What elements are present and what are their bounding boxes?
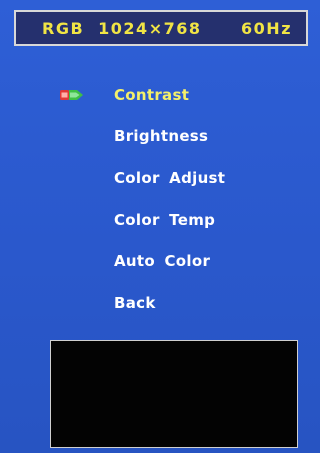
menu-item-label: Color Temp: [114, 210, 216, 229]
resolution: 1024×768: [98, 18, 202, 38]
menu-item-brightness[interactable]: Brightness: [0, 116, 320, 158]
signal-status-bar: RGB 1024×768 60Hz: [14, 10, 308, 46]
signal-info: RGB 1024×768: [42, 19, 202, 38]
signal-type: RGB: [42, 18, 85, 38]
menu-item-label: Color Adjust: [114, 168, 226, 187]
menu-item-color-adjust[interactable]: Color Adjust: [0, 157, 320, 199]
selection-pointer-icon: [60, 89, 83, 100]
menu-item-contrast[interactable]: Contrast: [0, 74, 320, 116]
menu-item-label: Auto Color: [114, 252, 211, 271]
preview-panel: [50, 340, 298, 448]
menu-item-color-temp[interactable]: Color Temp: [0, 199, 320, 241]
menu-item-auto-color[interactable]: Auto Color: [0, 240, 320, 282]
menu-item-label: Contrast: [114, 85, 190, 104]
menu-item-back[interactable]: Back: [0, 282, 320, 324]
menu-item-label: Back: [114, 293, 156, 312]
refresh-rate: 60Hz: [241, 18, 292, 38]
osd-screen: RGB 1024×768 60Hz Contrast Brightness Co…: [0, 0, 320, 453]
menu-item-label: Brightness: [114, 127, 209, 146]
osd-menu: Contrast Brightness Color Adjust Color T…: [0, 74, 320, 324]
